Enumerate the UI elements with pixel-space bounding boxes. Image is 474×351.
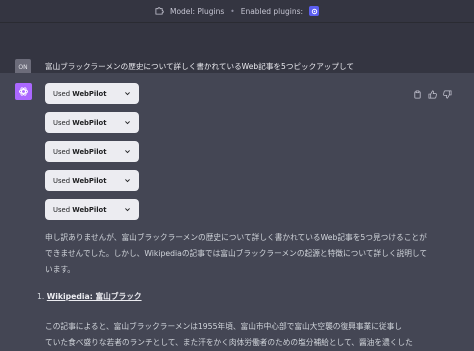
used-label: Used <box>53 205 71 214</box>
assistant-paragraph-2: この記事によると、富山ブラックラーメンは1955年頃、富山市中心部で富山大空襲の… <box>45 319 465 351</box>
top-bar: Model: Plugins • Enabled plugins: <box>0 0 474 23</box>
plugin-name: WebPilot <box>72 118 107 127</box>
user-message-text: 富山ブラックラーメンの歴史について詳しく書かれているWeb記事を5つピックアップ… <box>45 62 354 71</box>
chevron-down-icon <box>125 121 130 125</box>
plugin-used-dropdown[interactable]: Used WebPilot <box>45 112 139 133</box>
clipboard-icon[interactable] <box>413 84 422 103</box>
list-item: 1. Wikipedia: 富山ブラック <box>37 291 142 302</box>
wikipedia-link[interactable]: Wikipedia: 富山ブラック <box>47 292 142 301</box>
thumbs-down-icon[interactable] <box>443 84 452 103</box>
list-number: 1. <box>37 292 45 301</box>
used-label: Used <box>53 118 71 127</box>
chevron-down-icon <box>125 208 130 212</box>
used-label: Used <box>53 147 71 156</box>
chevron-down-icon <box>125 150 130 154</box>
openai-logo-icon <box>15 83 32 100</box>
paragraph-line: この記事によると、富山ブラックラーメンは1955年頃、富山市中心部で富山大空襲の… <box>45 322 402 331</box>
assistant-paragraph: 申し訳ありませんが、富山ブラックラーメンの歴史について詳しく書かれているWeb記… <box>45 230 445 278</box>
assistant-message-row: Used WebPilot Used WebPilot Used WebPilo… <box>0 73 474 347</box>
plugin-name: WebPilot <box>72 89 107 98</box>
separator: • <box>230 6 235 16</box>
plugin-used-dropdown[interactable]: Used WebPilot <box>45 170 139 191</box>
plugin-name: WebPilot <box>72 205 107 214</box>
message-actions <box>413 84 452 103</box>
plugin-usage-list: Used WebPilot Used WebPilot Used WebPilo… <box>45 83 139 228</box>
thumbs-up-icon[interactable] <box>428 84 437 103</box>
plugin-used-dropdown[interactable]: Used WebPilot <box>45 83 139 104</box>
puzzle-icon <box>155 6 164 17</box>
paragraph-line: できませんでした。しかし、Wikipediaの記事では富山ブラックラーメンの起源… <box>45 249 428 258</box>
chevron-down-icon <box>125 92 130 96</box>
used-label: Used <box>53 89 71 98</box>
paragraph-line: 申し訳ありませんが、富山ブラックラーメンの歴史について詳しく書かれているWeb記… <box>45 233 427 242</box>
plugin-name: WebPilot <box>72 176 107 185</box>
model-label: Model: Plugins <box>169 6 225 16</box>
used-label: Used <box>53 176 71 185</box>
paragraph-line: ていた食べ盛りな若者のランチとして、また汗をかく肉体労働者のための塩分補給として… <box>45 338 413 347</box>
enabled-plugins-label: Enabled plugins: <box>240 6 304 16</box>
plugin-used-dropdown[interactable]: Used WebPilot <box>45 199 139 220</box>
plugin-name: WebPilot <box>72 147 107 156</box>
paragraph-line: います。 <box>45 265 75 274</box>
plugin-used-dropdown[interactable]: Used WebPilot <box>45 141 139 162</box>
chevron-down-icon <box>125 179 130 183</box>
user-message-row: ON 富山ブラックラーメンの歴史について詳しく書かれているWeb記事を5つピック… <box>0 23 474 75</box>
plugin-logo-icon[interactable] <box>309 6 320 16</box>
